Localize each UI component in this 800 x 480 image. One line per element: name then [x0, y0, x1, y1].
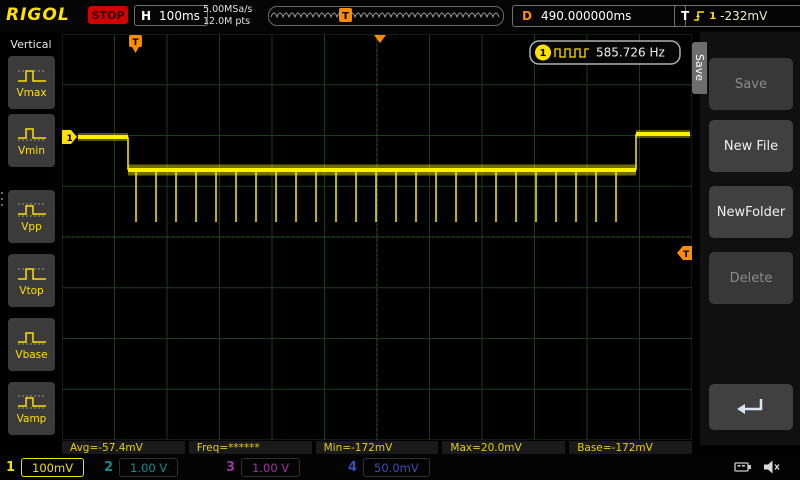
delay-readout-box: D 490.000000ms	[512, 5, 686, 27]
channel-2-status[interactable]: 2 1.00 V	[104, 457, 179, 478]
channel-3-status[interactable]: 3 1.00 V	[226, 457, 301, 478]
menu-button-vmax[interactable]: Vmax	[8, 56, 55, 109]
menu-scroll-indicator	[1, 192, 3, 206]
delay-value: 490.000000ms	[540, 9, 632, 23]
trigger-edge-icon	[694, 11, 705, 21]
trigger-position-handle[interactable]: T	[339, 8, 352, 22]
menu-button-vtop[interactable]: Vtop	[8, 254, 55, 307]
trigger-time-marker[interactable]	[374, 35, 386, 43]
menu-button-label: Vpp	[21, 220, 42, 233]
oscilloscope-screen: RIGOL STOP H 100ms 5.00MSa/s 12.0M pts T…	[0, 0, 800, 480]
channel-4-status[interactable]: 4 50.0mV	[348, 457, 430, 478]
menu-button-back[interactable]	[709, 384, 793, 430]
channel-scale: 50.0mV	[363, 458, 430, 477]
waveform-position-bar[interactable]: T	[268, 6, 504, 26]
sample-rate: 5.00MSa/s	[203, 4, 253, 15]
channel-scale: 1.00 V	[119, 458, 179, 477]
svg-text:1: 1	[540, 48, 547, 59]
soft-menu-panel: Save New File NewFolder Delete	[700, 32, 800, 445]
menu-button-new-file[interactable]: New File	[709, 120, 793, 172]
menu-button-label: Vtop	[19, 284, 44, 297]
svg-text:T: T	[132, 38, 139, 48]
menu-button-vpp[interactable]: Vpp	[8, 190, 55, 243]
measurement-min: Min=-172mV	[315, 441, 439, 454]
measurement-strip: Avg=-57.4mV Freq=****** Min=-172mV Max=2…	[62, 441, 692, 454]
acquisition-info: 5.00MSa/s 12.0M pts	[203, 4, 252, 28]
measurement-max: Max=20.0mV	[442, 441, 566, 454]
channel-status-bar: 1 100mV 2 1.00 V 3 1.00 V 4 50.0mV	[0, 455, 800, 480]
top-status-bar: RIGOL STOP H 100ms 5.00MSa/s 12.0M pts T…	[0, 0, 800, 32]
menu-button-delete[interactable]: Delete	[709, 252, 793, 304]
usb-icon	[734, 462, 751, 472]
channel-1-status[interactable]: 1 100mV	[6, 457, 85, 478]
graticule-area: T 1 585.726 Hz 1 T	[61, 33, 693, 441]
menu-button-save[interactable]: Save	[709, 58, 793, 110]
grid	[61, 33, 693, 441]
channel-number: 4	[348, 460, 358, 475]
ch1-level-marker[interactable]: 1	[62, 130, 77, 144]
channel-number: 3	[226, 460, 236, 475]
horizontal-scale-value: 100ms	[159, 8, 200, 23]
menu-button-label: Vamp	[16, 412, 47, 425]
menu-button-vbase[interactable]: Vbase	[8, 318, 55, 371]
speaker-muted-icon[interactable]	[762, 458, 782, 476]
trigger-level-value: -232mV	[720, 9, 768, 23]
menu-button-label: Vbase	[15, 348, 48, 361]
measurement-avg: Avg=-57.4mV	[62, 441, 185, 454]
menu-button-vmin[interactable]: Vmin	[8, 114, 55, 167]
vpp-icon	[17, 203, 46, 216]
menu-button-newfolder[interactable]: NewFolder	[709, 186, 793, 238]
channel-number: 1	[6, 460, 16, 475]
menu-button-label: Vmin	[18, 144, 45, 157]
run-state-badge[interactable]: STOP	[88, 6, 128, 24]
vamp-icon	[17, 395, 46, 408]
svg-text:1: 1	[67, 134, 73, 144]
channel-scale: 1.00 V	[241, 458, 301, 477]
horizontal-label: H	[141, 8, 152, 23]
trigger-level-marker[interactable]: T	[677, 246, 692, 260]
trigger-position-flag[interactable]: T	[129, 35, 142, 53]
memory-depth: 12.0M pts	[203, 16, 251, 27]
freq-counter-badge: 1 585.726 Hz	[529, 40, 681, 65]
vtop-icon	[17, 267, 46, 280]
svg-text:T: T	[683, 250, 690, 260]
left-measure-menu: Vertical Vmax Vmin Vpp Vtop Vbase Vamp	[0, 32, 62, 455]
menu-button-label: Vmax	[16, 86, 47, 99]
vmin-icon	[17, 127, 46, 140]
return-arrow-icon	[737, 399, 763, 414]
rigol-logo: RIGOL	[6, 5, 70, 25]
menu-button-vamp[interactable]: Vamp	[8, 382, 55, 435]
ch1-waveform	[78, 130, 690, 222]
left-menu-title: Vertical	[10, 38, 52, 51]
trigger-label: T	[681, 9, 690, 23]
measurement-freq: Freq=******	[188, 441, 312, 454]
thumbnail-waveform	[270, 12, 500, 19]
freq-counter-value: 585.726 Hz	[596, 46, 665, 60]
delay-label: D	[522, 9, 532, 23]
vmax-icon	[17, 69, 46, 82]
svg-text:T: T	[342, 11, 349, 22]
vbase-icon	[17, 331, 46, 344]
menu-tab-save[interactable]: Save	[692, 42, 707, 94]
horizontal-scale-box[interactable]: H 100ms	[134, 5, 208, 26]
channel-scale: 100mV	[21, 458, 85, 477]
channel-number: 2	[104, 460, 114, 475]
measurement-base: Base=-172mV	[569, 441, 692, 454]
trigger-readout-box: T 1 -232mV	[674, 5, 800, 27]
trigger-source: 1	[709, 10, 717, 22]
